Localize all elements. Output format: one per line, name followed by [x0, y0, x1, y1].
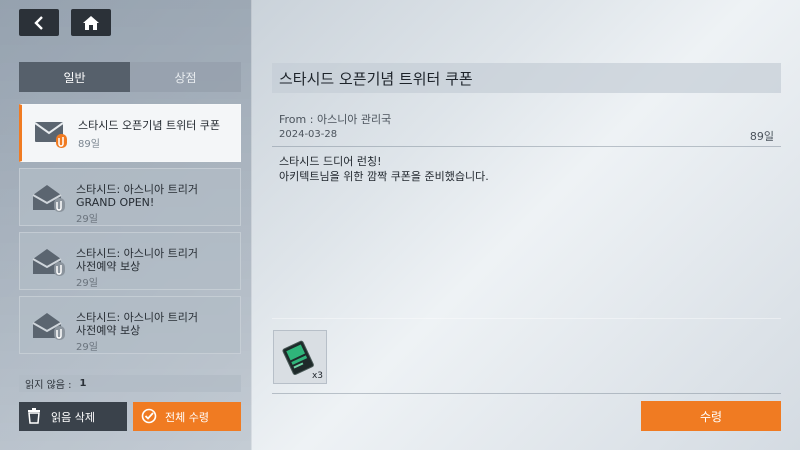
back-button[interactable]	[19, 9, 59, 36]
mail-list: 스타시드 오픈기념 트위터 쿠폰 89일 스타시드: 아스니아 트리거 GRAN…	[19, 104, 241, 362]
back-arrow-icon	[34, 15, 43, 30]
divider	[272, 146, 781, 147]
mail-date: 2024-03-28	[279, 129, 338, 140]
reward-area: x3	[272, 318, 781, 393]
reward-quantity: x3	[311, 371, 323, 381]
receive-all-label: 전체 수령	[165, 410, 209, 424]
tab-general[interactable]: 일반	[19, 62, 130, 92]
mail-expiry-days: 89일	[749, 130, 774, 143]
mail-days: 29일	[76, 278, 98, 289]
delete-read-label: 읽음 삭제	[51, 410, 95, 424]
delete-read-button[interactable]: 읽음 삭제	[19, 402, 127, 431]
mail-sender: From : 아스니아 관리국	[279, 113, 392, 126]
unread-label: 읽지 않음 :	[25, 380, 72, 391]
mail-tabs: 일반 상점	[19, 62, 241, 92]
mail-item[interactable]: 스타시드: 아스니아 트리거 GRAND OPEN! 29일	[19, 168, 241, 226]
mail-body: 스타시드 드디어 런칭! 아키텍트님을 위한 깜짝 쿠폰을 준비했습니다.	[279, 155, 489, 183]
mail-title: 스타시드 오픈기념 트위터 쿠폰	[78, 119, 221, 132]
receive-all-button[interactable]: 전체 수령	[133, 402, 241, 431]
divider	[272, 393, 781, 394]
mail-item[interactable]: 스타시드: 아스니아 트리거 사전예약 보상 29일	[19, 296, 241, 354]
check-circle-icon	[141, 408, 157, 424]
trash-icon	[28, 408, 40, 424]
mail-days: 29일	[76, 342, 98, 353]
mail-days: 89일	[78, 139, 100, 150]
mail-title: 스타시드: 아스니아 트리거 GRAND OPEN!	[76, 183, 199, 209]
reward-item[interactable]: x3	[273, 330, 327, 384]
home-icon	[83, 15, 99, 30]
unread-count-bar: 읽지 않음 : 1	[19, 375, 241, 392]
mail-open-envelope-icon	[32, 185, 65, 212]
mail-title: 스타시드: 아스니아 트리거 사전예약 보상	[76, 311, 199, 337]
home-button[interactable]	[71, 9, 111, 36]
unread-count: 1	[79, 378, 87, 389]
tab-shop[interactable]: 상점	[130, 62, 241, 92]
mail-open-envelope-icon	[32, 249, 65, 276]
mail-list-panel: 일반 상점 스타시드 오픈기념 트위터 쿠폰 89일 스타시드: 아스니아 트리…	[0, 0, 252, 450]
mail-detail-title: 스타시드 오픈기념 트위터 쿠폰	[272, 63, 781, 93]
mail-envelope-icon	[34, 122, 67, 148]
mail-open-envelope-icon	[32, 313, 65, 340]
mail-days: 29일	[76, 214, 98, 225]
receive-button[interactable]: 수령	[641, 401, 781, 431]
mail-item[interactable]: 스타시드 오픈기념 트위터 쿠폰 89일	[19, 104, 241, 162]
mail-item[interactable]: 스타시드: 아스니아 트리거 사전예약 보상 29일	[19, 232, 241, 290]
mail-title: 스타시드: 아스니아 트리거 사전예약 보상	[76, 247, 199, 273]
